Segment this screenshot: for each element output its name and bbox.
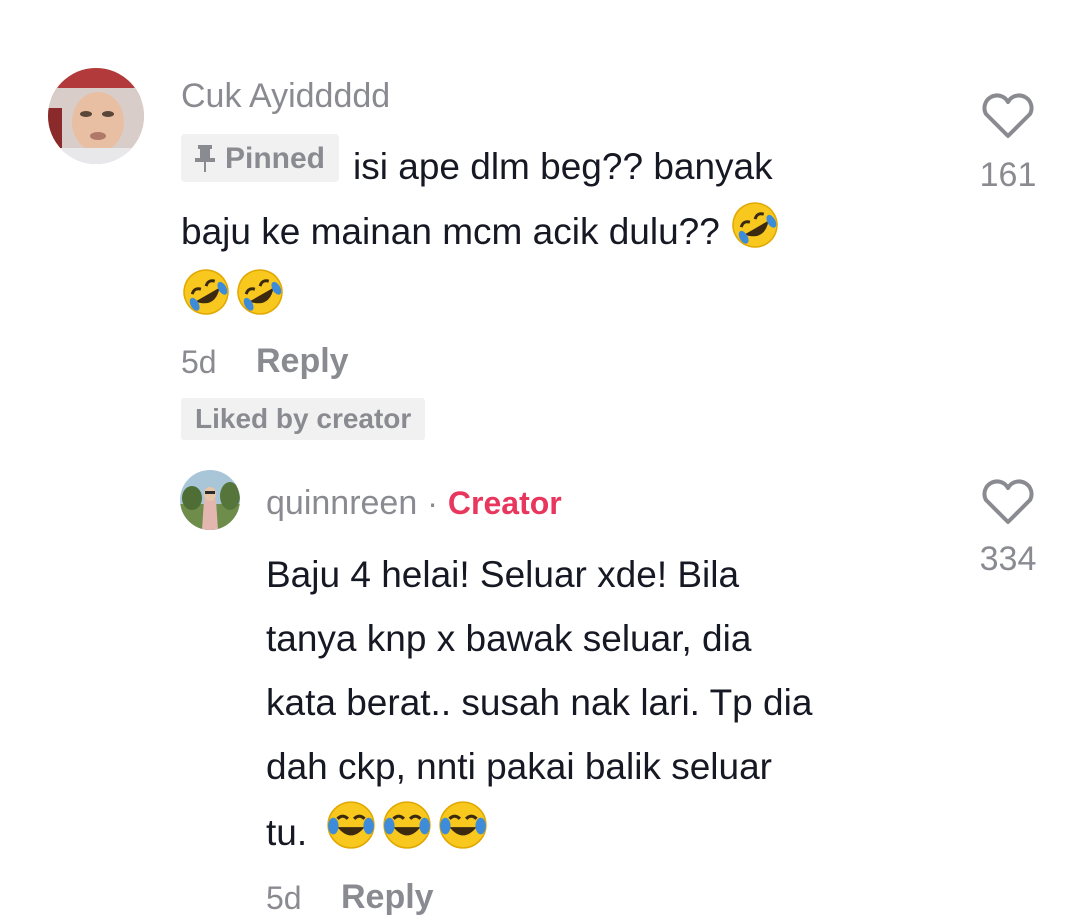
separator-dot: · bbox=[427, 485, 438, 521]
comment-text-line: dah ckp, nnti pakai balik seluar bbox=[266, 746, 772, 787]
joy-emoji-icon bbox=[383, 801, 432, 849]
comment-text-line: kata berat.. susah nak lari. Tp dia bbox=[266, 682, 813, 723]
heart-outline-icon bbox=[982, 93, 1034, 138]
like-button[interactable] bbox=[948, 478, 1068, 533]
comment-text-line: baju ke mainan mcm acik dulu?? bbox=[181, 211, 720, 252]
comment-line bbox=[181, 266, 941, 331]
comment-body: Pinned isi ape dlm beg?? banyak baju ke … bbox=[181, 134, 941, 331]
rofl-emoji-icon bbox=[732, 202, 778, 248]
comment-text-line: tanya knp x bawak seluar, dia bbox=[266, 618, 752, 659]
comment-text-line: isi ape dlm beg?? banyak bbox=[353, 146, 773, 187]
comment-username[interactable]: quinnreen bbox=[266, 484, 417, 522]
reply-header: quinnreen · Creator bbox=[266, 483, 562, 530]
joy-emoji-icon bbox=[439, 801, 488, 849]
like-count: 161 bbox=[979, 156, 1037, 194]
comment-line: tu. bbox=[266, 799, 926, 865]
like-count: 334 bbox=[979, 540, 1037, 578]
pinned-label: Pinned bbox=[225, 141, 326, 175]
comment-text-line: tu. bbox=[266, 812, 308, 853]
avatar[interactable] bbox=[48, 68, 144, 164]
comment-username[interactable]: Cuk Ayiddddd bbox=[181, 76, 390, 116]
pin-icon bbox=[195, 145, 215, 172]
liked-by-creator-badge: Liked by creator bbox=[181, 398, 426, 440]
heart-outline-icon bbox=[982, 479, 1034, 524]
avatar[interactable] bbox=[180, 470, 240, 530]
rofl-emoji-icon bbox=[183, 269, 229, 315]
comment-time: 5d bbox=[266, 880, 302, 916]
reply-button[interactable]: Reply bbox=[256, 342, 349, 381]
like-button[interactable] bbox=[948, 92, 1068, 147]
joy-emoji-icon bbox=[327, 801, 376, 849]
reply-button[interactable]: Reply bbox=[341, 878, 434, 917]
comment-text-line: Baju 4 helai! Seluar xde! Bila bbox=[266, 554, 740, 595]
comment-time: 5d bbox=[181, 344, 217, 380]
pinned-badge: Pinned bbox=[181, 134, 340, 182]
comment-line: baju ke mainan mcm acik dulu?? bbox=[181, 199, 941, 264]
rofl-emoji-icon bbox=[237, 269, 283, 315]
comment-line: Pinned isi ape dlm beg?? banyak bbox=[181, 134, 941, 199]
comment-body: Baju 4 helai! Seluar xde! Bila tanya knp… bbox=[266, 543, 926, 865]
creator-badge: Creator bbox=[447, 485, 562, 521]
